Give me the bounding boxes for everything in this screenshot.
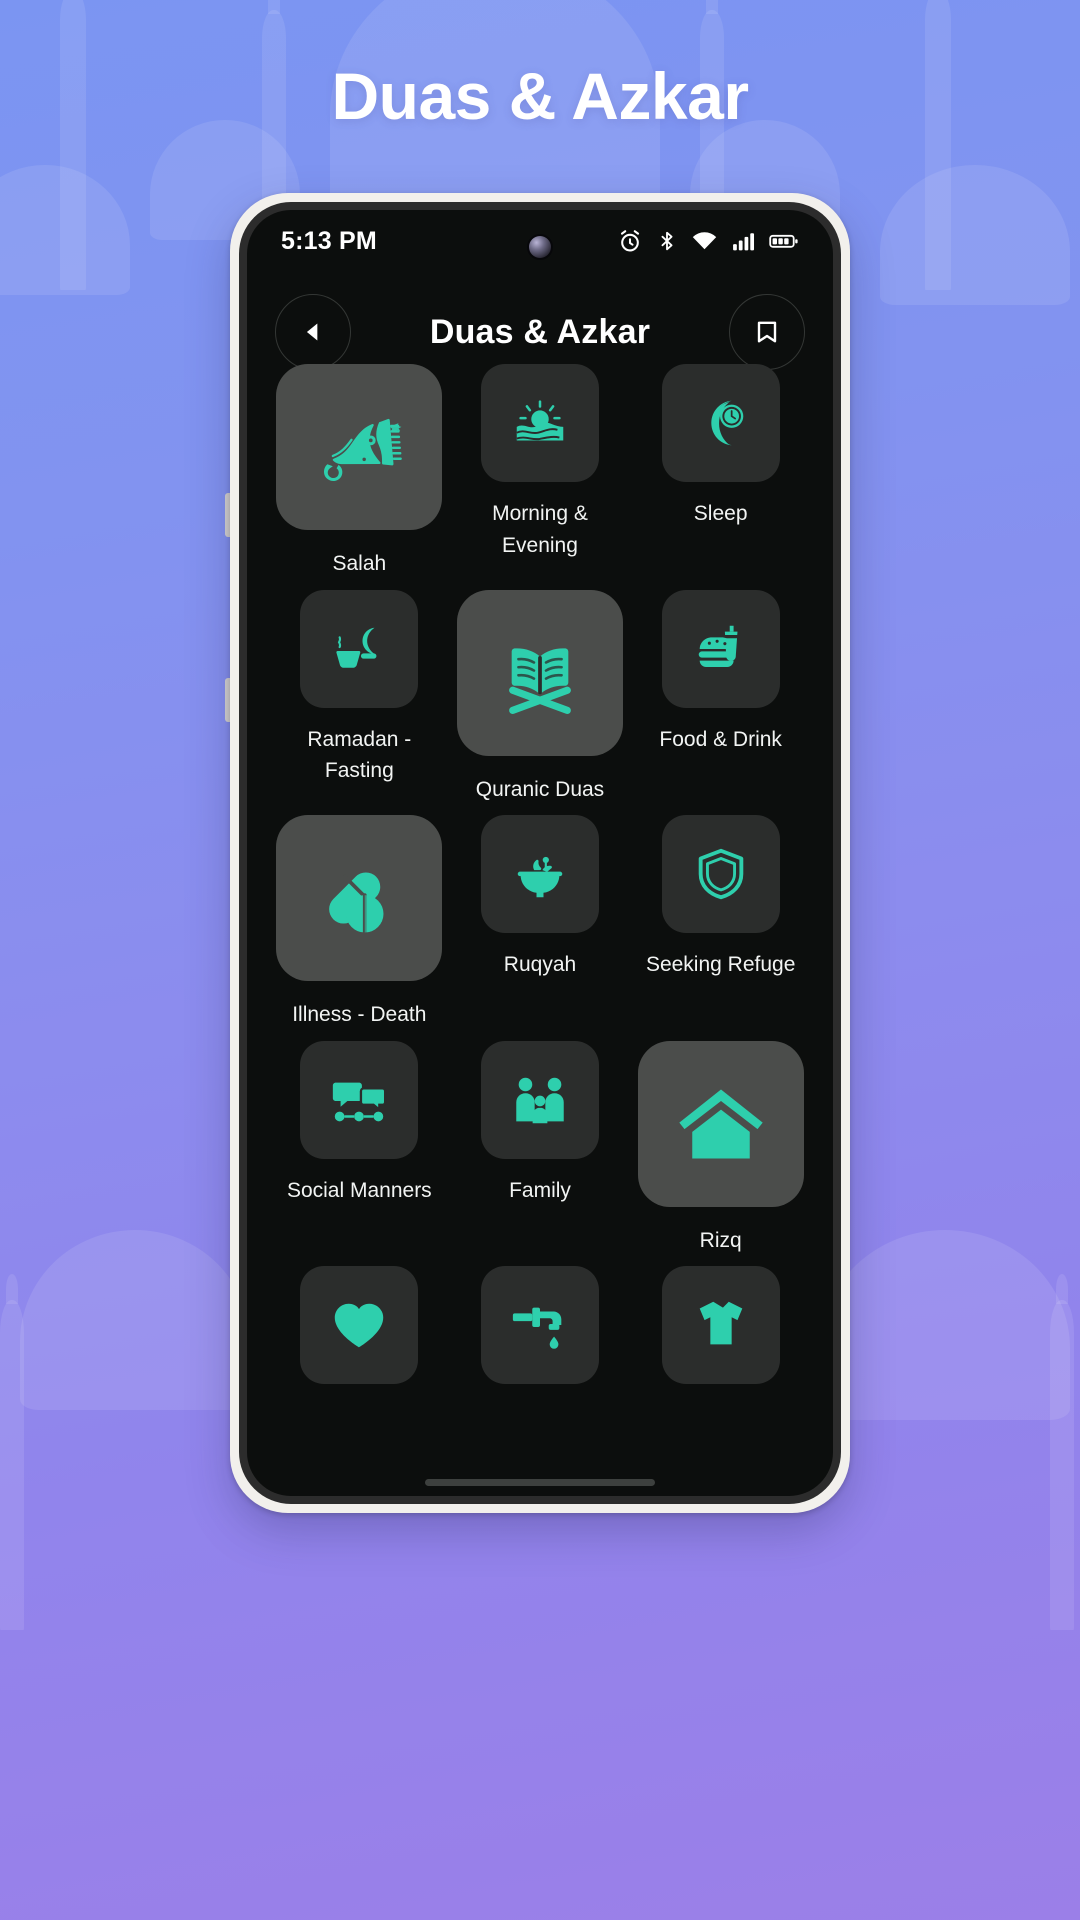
grid-item-social-manners[interactable]: Social Manners: [273, 1040, 446, 1257]
grid-item-faucet[interactable]: [454, 1266, 627, 1400]
home-icon: [678, 1089, 763, 1158]
phone-frame: 5:13 PM Duas & Azkar Salah Morning & Eve…: [230, 193, 850, 1513]
grid-item-sleep[interactable]: Sleep: [634, 364, 807, 580]
back-arrow-icon: [306, 323, 318, 341]
tile-background: [300, 589, 419, 708]
battery-icon: [769, 228, 799, 254]
grid-item-label: Social Manners: [286, 1178, 432, 1202]
gesture-nav-pill[interactable]: [425, 1479, 655, 1486]
tile-background: [480, 815, 599, 933]
grid-item-morning-evening[interactable]: Morning & Evening: [454, 364, 627, 580]
bluetooth-icon: [656, 228, 678, 254]
grid-item-food-drink[interactable]: Food & Drink: [634, 589, 807, 806]
tile-background: [300, 1266, 419, 1384]
shirt-icon: [699, 1301, 742, 1345]
burger-drink-icon: [698, 625, 739, 667]
tile-background: [661, 815, 780, 933]
tile-background: [637, 1040, 804, 1207]
grid-item-label: Illness - Death: [292, 1003, 427, 1026]
sunrise-icon: [516, 400, 564, 441]
grid-item-illness-death[interactable]: Illness - Death: [273, 815, 446, 1031]
grid-item-ruqyah[interactable]: Ruqyah: [454, 815, 627, 1031]
grid-item-label: Family: [509, 1178, 571, 1202]
tile-background: [661, 364, 780, 482]
grid-item-salah[interactable]: Salah: [273, 364, 446, 580]
moon-clock-icon: [710, 400, 743, 446]
category-grid: Salah Morning & Evening Sleep Ramadan - …: [273, 364, 807, 1400]
page-title: Duas & Azkar: [331, 59, 749, 133]
grid-item-family[interactable]: Family: [454, 1040, 627, 1257]
iftar-moon-icon: [336, 627, 377, 668]
chat-group-icon: [333, 1082, 387, 1121]
grid-item-label: Seeking Refuge: [645, 953, 796, 976]
tile-background: [300, 1040, 419, 1159]
grid-item-heart[interactable]: [273, 1266, 446, 1400]
tile-background: [456, 589, 623, 756]
phone-mockup: 5:13 PM Duas & Azkar Salah Morning & Eve…: [225, 193, 850, 1513]
wifi-icon: [691, 228, 718, 254]
grid-item-label: Quranic Duas: [475, 777, 605, 801]
grid-item-label: Ramadan - Fasting: [307, 727, 412, 783]
open-quran-icon: [509, 647, 571, 714]
faucet-icon: [512, 1307, 562, 1349]
grid-item-label: Salah: [332, 552, 387, 575]
grid-item-quranic-duas[interactable]: Quranic Duas: [454, 589, 627, 806]
alarm-icon: [617, 228, 643, 254]
tile-background: [480, 364, 599, 482]
grid-item-label: Morning & Evening: [492, 502, 588, 557]
pills-icon: [329, 872, 384, 935]
mortar-pestle-icon: [517, 856, 563, 898]
grid-item-label: Food & Drink: [659, 727, 782, 751]
tile-background: [661, 589, 780, 708]
front-camera-icon: [529, 236, 551, 258]
bookmark-icon: [757, 321, 777, 343]
signal-icon: [731, 228, 756, 254]
grid-item-rizq[interactable]: Rizq: [634, 1040, 807, 1257]
grid-item-shirt[interactable]: [634, 1266, 807, 1400]
grid-item-label: Ruqyah: [503, 953, 577, 976]
shield-icon: [698, 848, 743, 900]
tile-background: [276, 815, 443, 981]
status-bar: 5:13 PM: [247, 210, 833, 272]
tile-background: [276, 364, 443, 530]
grid-item-ramadan-fasting[interactable]: Ramadan - Fasting: [273, 589, 446, 806]
app-screen-title: Duas & Azkar: [429, 312, 651, 351]
phone-screen: 5:13 PM Duas & Azkar Salah Morning & Eve…: [247, 210, 833, 1496]
grid-item-seeking-refuge[interactable]: Seeking Refuge: [634, 815, 807, 1031]
family-icon: [516, 1077, 564, 1123]
tile-background: [480, 1266, 599, 1384]
heart-icon: [335, 1303, 384, 1348]
status-icon-group: [617, 228, 799, 254]
grid-item-label: Sleep: [693, 502, 748, 525]
prayer-mat-icon: [324, 418, 403, 482]
tile-background: [661, 1266, 780, 1384]
category-grid-scroll[interactable]: Salah Morning & Evening Sleep Ramadan - …: [247, 364, 833, 1496]
status-time: 5:13 PM: [281, 226, 377, 255]
bookmark-button[interactable]: [729, 294, 805, 370]
back-button[interactable]: [275, 294, 351, 370]
tile-background: [480, 1040, 599, 1159]
grid-item-label: Rizq: [699, 1228, 742, 1252]
